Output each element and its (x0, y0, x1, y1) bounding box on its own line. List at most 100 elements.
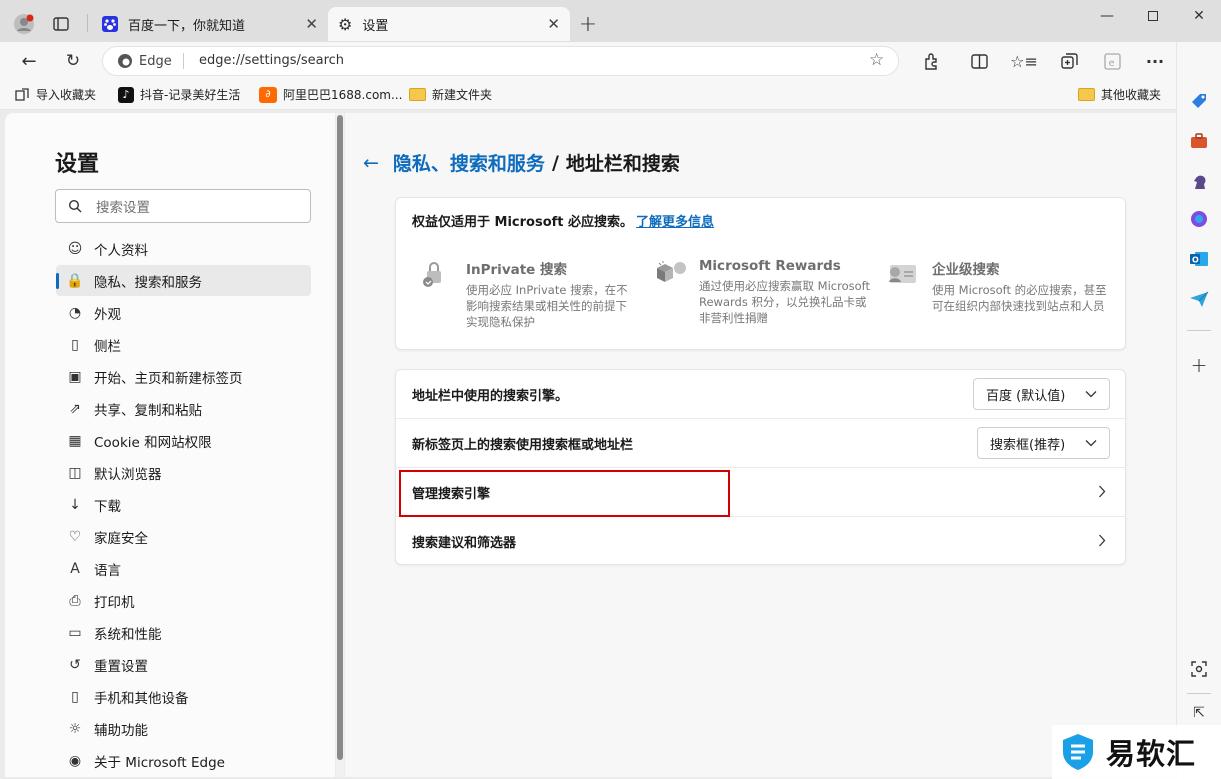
more-options-icon[interactable]: ··· (1144, 50, 1166, 72)
feature-desc: 通过使用必应搜索赢取 Microsoft Rewards 积分，以兑换礼品卡或非… (699, 279, 870, 325)
outlook-icon[interactable]: O (1187, 248, 1211, 270)
close-tab-icon[interactable]: ✕ (305, 15, 318, 33)
row-address-bar-engine: 地址栏中使用的搜索引擎。 百度 (默认值) (396, 370, 1125, 419)
extensions-icon[interactable] (920, 50, 942, 72)
breadcrumb-parent-link[interactable]: 隐私、搜索和服务 (393, 149, 545, 176)
sidebar-item-16[interactable]: ◉ 关于 Microsoft Edge (56, 745, 311, 776)
maximize-button[interactable] (1138, 6, 1168, 26)
sidebar-item-5[interactable]: ⇗ 共享、复制和粘贴 (56, 393, 311, 424)
chevron-down-icon (1085, 436, 1097, 451)
accessibility-icon: ☼ (68, 720, 82, 737)
bing-benefits-card: 权益仅适用于 Microsoft 必应搜索。 了解更多信息 InPrivate … (395, 197, 1126, 350)
profile-avatar-icon[interactable] (12, 12, 36, 36)
sidebar-item-11[interactable]: ⎙ 打印机 (56, 585, 311, 616)
ie-mode-icon[interactable]: e (1101, 50, 1123, 72)
tab-baidu[interactable]: 百度一下，你就知道 ✕ (92, 7, 328, 41)
gear-icon: ⚙ (338, 14, 353, 34)
import-favorites-icon (15, 87, 29, 101)
sidebar-item-12[interactable]: ▭ 系统和性能 (56, 617, 311, 648)
favorites-icon[interactable]: ☆≡ (1010, 50, 1038, 72)
watermark-logo: 易软汇 (1052, 725, 1221, 779)
sidebar-item-14[interactable]: ▯ 手机和其他设备 (56, 681, 311, 712)
sidebar-item-13[interactable]: ↺ 重置设置 (56, 649, 311, 680)
sidebar-item-15[interactable]: ☼ 辅助功能 (56, 713, 311, 744)
sidebar-item-label: 侧栏 (94, 338, 121, 355)
collections-icon[interactable] (1058, 50, 1080, 72)
url-text[interactable]: edge://settings/search (199, 53, 344, 68)
back-arrow-icon[interactable]: ← (363, 152, 379, 174)
sidebar-item-6[interactable]: ▦ Cookie 和网站权限 (56, 425, 311, 456)
sidebar-item-label: 共享、复制和粘贴 (94, 402, 202, 419)
bookmark-douyin[interactable]: ♪ 抖音-记录美好生活 (118, 86, 240, 103)
bookmark-label: 阿里巴巴1688.com... (283, 88, 403, 102)
close-window-button[interactable]: ✕ (1184, 6, 1214, 26)
split-screen-icon[interactable] (968, 50, 990, 72)
chevron-down-icon (1085, 387, 1097, 402)
row-label: 地址栏中使用的搜索引擎。 (412, 388, 569, 404)
edge-sidebar: O + ⇱ (1176, 42, 1221, 779)
bookmark-1688[interactable]: ∂ 阿里巴巴1688.com... (259, 86, 402, 103)
favorite-star-icon[interactable]: ☆ (869, 50, 884, 70)
sidebar-item-4[interactable]: ▣ 开始、主页和新建标签页 (56, 361, 311, 392)
sidebar-item-label: 语言 (94, 562, 121, 579)
settings-search-input[interactable]: 搜索设置 (55, 189, 311, 223)
tab-label: 百度一下，你就知道 (128, 18, 246, 34)
search-engine-dropdown[interactable]: 百度 (默认值) (973, 378, 1110, 410)
edge-logo-icon (118, 54, 132, 68)
minimize-button[interactable]: — (1092, 6, 1122, 26)
shopping-tag-icon[interactable] (1187, 90, 1211, 112)
tools-briefcase-icon[interactable] (1187, 130, 1211, 152)
sidebar-item-1[interactable]: 🔒 隐私、搜索和服务 (56, 265, 311, 296)
sidebar-item-label: 隐私、搜索和服务 (94, 274, 202, 291)
back-button[interactable]: ← (18, 50, 40, 72)
folder-icon (1078, 88, 1095, 101)
refresh-button[interactable]: ↻ (62, 50, 84, 72)
watermark-shield-icon (1063, 734, 1093, 770)
sidebar-item-label: 辅助功能 (94, 722, 148, 739)
sidebar-item-8[interactable]: ↓ 下载 (56, 489, 311, 520)
microsoft365-icon[interactable] (1187, 208, 1211, 230)
new-tab-button[interactable]: + (576, 12, 600, 37)
learn-more-link[interactable]: 了解更多信息 (636, 211, 714, 230)
sidebar-item-label: 关于 Microsoft Edge (94, 754, 225, 771)
sidebar-item-10[interactable]: A 语言 (56, 553, 311, 584)
breadcrumb: ← 隐私、搜索和服务 / 地址栏和搜索 (363, 149, 680, 176)
bookmark-import[interactable]: 导入收藏夹 (14, 86, 96, 103)
bookmark-other-favorites[interactable]: 其他收藏夹 (1078, 86, 1161, 103)
chevron-right-icon (1098, 485, 1106, 502)
row-search-suggestions[interactable]: 搜索建议和筛选器 (396, 517, 1125, 564)
feature-desc: 使用 Microsoft 的必应搜索，甚至可在组织内部快速找到站点和人员 (932, 283, 1107, 313)
palette-icon: ◔ (68, 304, 82, 321)
cookie-icon: ▦ (68, 432, 82, 449)
close-tab-icon[interactable]: ✕ (547, 15, 560, 33)
send-paper-plane-icon[interactable] (1187, 288, 1211, 310)
add-sidebar-app-icon[interactable]: + (1187, 353, 1211, 377)
phone-icon: ▯ (71, 688, 79, 705)
sidebar-item-9[interactable]: ♡ 家庭安全 (56, 521, 311, 552)
site-identity[interactable]: Edge (117, 52, 172, 70)
sidebar-item-label: 开始、主页和新建标签页 (94, 370, 243, 387)
bookmark-new-folder[interactable]: 新建文件夹 (409, 86, 492, 103)
tab-label: 设置 (362, 18, 389, 34)
edge-logo-icon: ◉ (68, 752, 82, 769)
sidebar-item-0[interactable]: ☺ 个人资料 (56, 233, 311, 264)
feature-inprivate: InPrivate 搜索 使用必应 InPrivate 搜索，在不影响搜索结果或… (466, 258, 638, 330)
sidebar-item-2[interactable]: ◔ 外观 (56, 297, 311, 328)
open-external-icon[interactable]: ⇱ (1187, 702, 1211, 724)
language-icon: A (70, 560, 80, 577)
sidebar-item-label: 系统和性能 (94, 626, 162, 643)
games-chess-icon[interactable] (1187, 170, 1211, 192)
address-bar[interactable]: Edge edge://settings/search ☆ (102, 46, 899, 76)
tab-settings[interactable]: ⚙ 设置 ✕ (328, 7, 570, 41)
new-tab-search-dropdown[interactable]: 搜索框(推荐) (977, 427, 1110, 459)
svg-text:e: e (1108, 58, 1114, 69)
row-label: 搜索建议和筛选器 (412, 536, 517, 551)
sidebar-item-7[interactable]: ◫ 默认浏览器 (56, 457, 311, 488)
sidebar-item-3[interactable]: ▯ 侧栏 (56, 329, 311, 360)
download-icon: ↓ (69, 496, 81, 513)
tab-actions-icon[interactable] (50, 14, 72, 34)
printer-icon: ⎙ (69, 592, 81, 609)
nav-scrollbar-thumb[interactable] (337, 115, 343, 760)
dropdown-value: 百度 (默认值) (986, 388, 1066, 404)
screenshot-capture-icon[interactable] (1187, 658, 1211, 680)
